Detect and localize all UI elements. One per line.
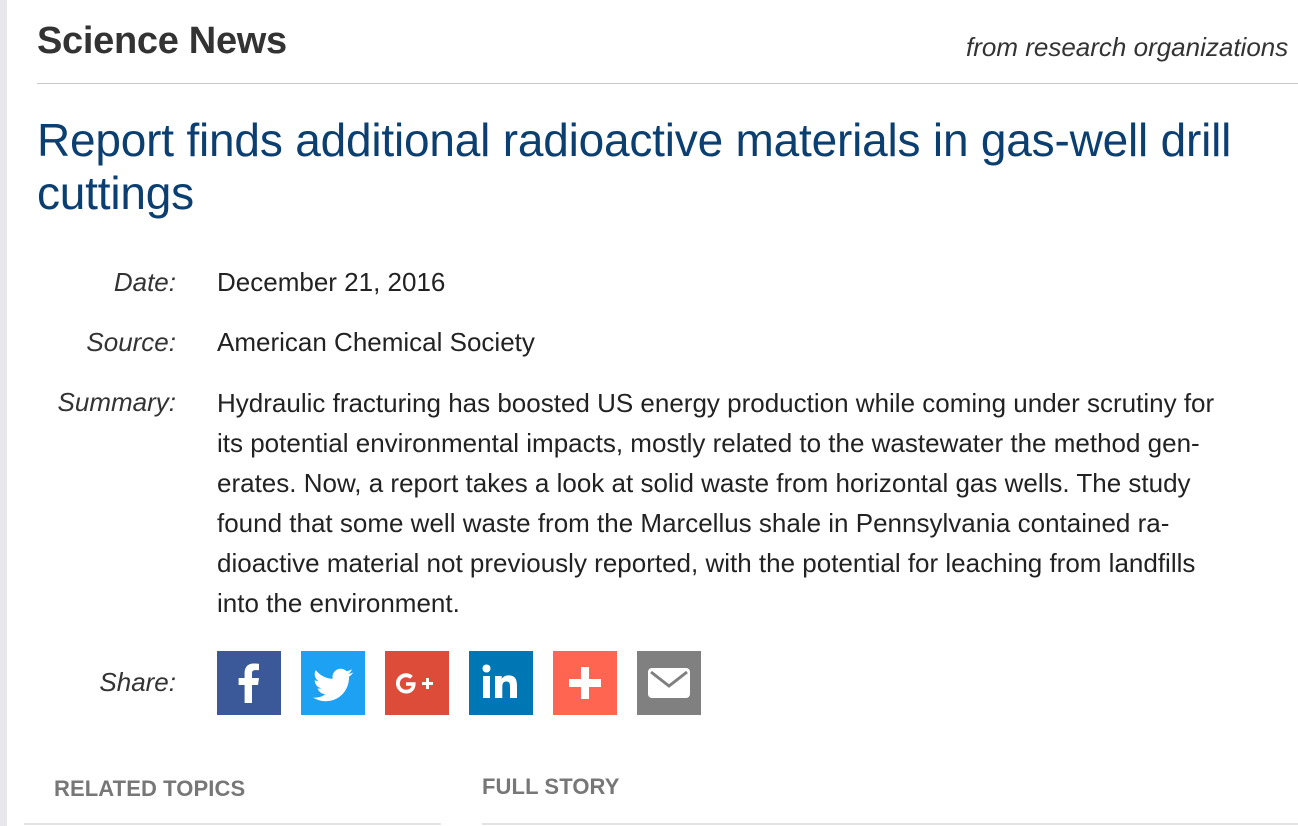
plus-icon: [553, 651, 617, 715]
summary-text: Hydraulic fracturing has boosted US ener…: [217, 383, 1298, 623]
related-topics-divider: [24, 823, 441, 825]
share-facebook-button[interactable]: [217, 651, 281, 715]
source-label: Source:: [86, 327, 176, 357]
site-name[interactable]: Science News: [37, 20, 287, 63]
share-twitter-button[interactable]: [301, 651, 365, 715]
summary-line: dioactive material not previously report…: [217, 548, 1196, 578]
header-divider: [37, 83, 1298, 84]
source-value: American Chemical Society: [217, 327, 535, 357]
summary-line: found that some well waste from the Marc…: [217, 508, 1170, 538]
article-headline: Report finds additional radioactive mate…: [37, 114, 1232, 219]
full-story-divider: [482, 823, 1298, 825]
date-value: December 21, 2016: [217, 267, 446, 297]
summary-line: erates. Now, a report takes a look at so…: [217, 468, 1191, 498]
share-email-button[interactable]: [637, 651, 701, 715]
facebook-icon: [217, 651, 281, 715]
share-label: Share:: [99, 667, 176, 697]
site-tagline: from research organizations: [966, 32, 1289, 62]
summary-line: its potential environmental impacts, mos…: [217, 428, 1200, 458]
envelope-icon: [637, 651, 701, 715]
summary-label: Summary:: [57, 387, 176, 417]
twitter-icon: [301, 651, 365, 715]
share-google-plus-button[interactable]: [385, 651, 449, 715]
full-story-heading: FULL STORY: [482, 774, 620, 799]
share-more-button[interactable]: [553, 651, 617, 715]
google-plus-icon: [385, 651, 449, 715]
summary-line: into the environment.: [217, 588, 460, 618]
related-topics-heading: RELATED TOPICS: [54, 776, 246, 801]
linkedin-icon: [469, 651, 533, 715]
share-linkedin-button[interactable]: [469, 651, 533, 715]
summary-line: Hydraulic fracturing has boosted US ener…: [217, 388, 1215, 418]
date-label: Date:: [113, 267, 176, 297]
